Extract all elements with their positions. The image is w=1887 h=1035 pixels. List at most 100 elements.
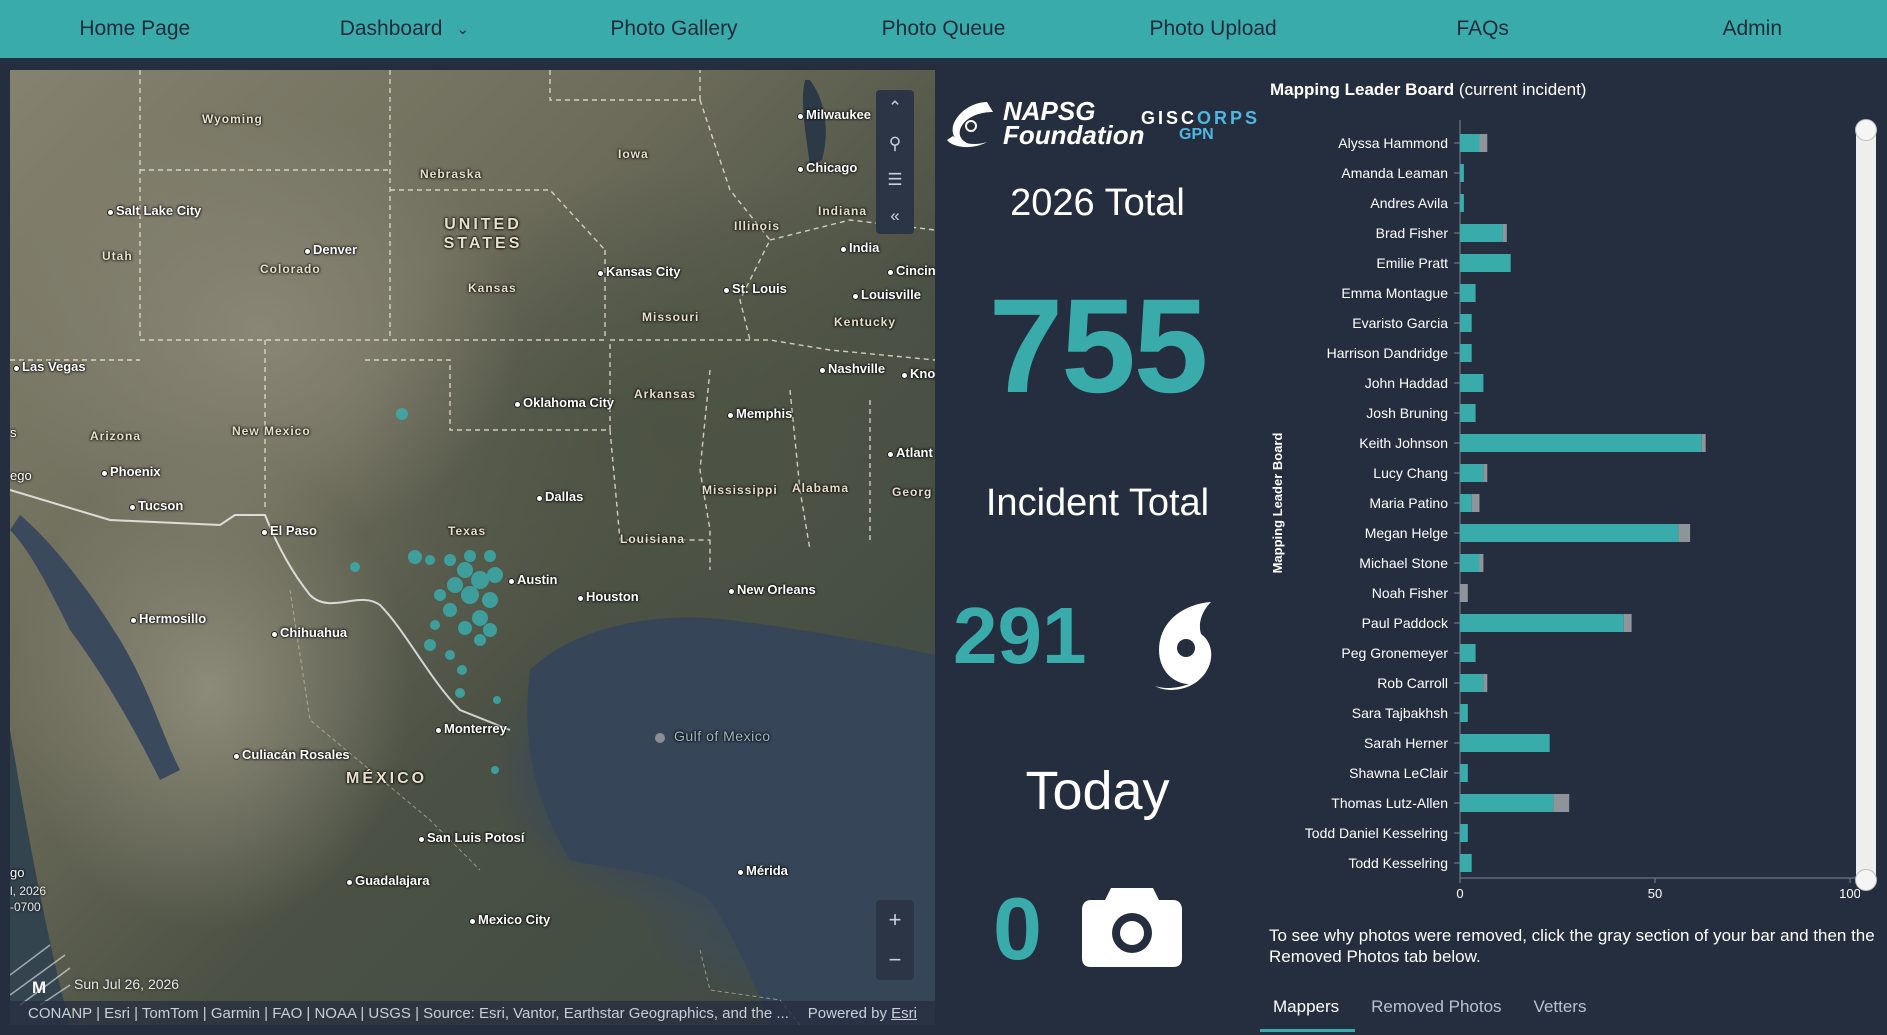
bar-accepted[interactable]: [1460, 404, 1476, 422]
bar-removed[interactable]: [1460, 584, 1468, 602]
collapse-icon[interactable]: «: [876, 198, 914, 234]
bar-accepted[interactable]: [1460, 254, 1511, 272]
city-label: Phoenix: [110, 464, 161, 479]
bar-accepted[interactable]: [1460, 164, 1464, 182]
city-marker: [261, 529, 268, 536]
layers-icon[interactable]: ☰: [876, 162, 914, 198]
bar-removed[interactable]: [1479, 134, 1488, 152]
chevron-down-icon: ⌄: [456, 21, 470, 38]
city-marker: [233, 753, 240, 760]
nav-faqs[interactable]: FAQs: [1348, 17, 1618, 41]
category-label: Megan Helge: [1365, 525, 1448, 541]
tab-vetters[interactable]: Vetters: [1518, 985, 1603, 1032]
city-label: Cincin: [896, 263, 935, 278]
bar-accepted[interactable]: [1460, 494, 1472, 512]
bar-accepted[interactable]: [1460, 344, 1472, 362]
bar-removed[interactable]: [1483, 464, 1488, 482]
bar-removed[interactable]: [1471, 494, 1480, 512]
bar-accepted[interactable]: [1460, 764, 1468, 782]
city-marker: [577, 595, 584, 602]
y-axis-title: Mapping Leader Board: [1270, 433, 1285, 574]
map-attribution: CONANP | Esri | TomTom | Garmin | FAO | …: [10, 1001, 935, 1025]
chart-scrollbar[interactable]: [1855, 119, 1877, 891]
zoom-out-button[interactable]: −: [876, 940, 914, 980]
year-total-value: 755: [988, 272, 1209, 421]
map-timestamp: Sun Jul 26, 2026: [74, 976, 180, 992]
nav-admin[interactable]: Admin: [1617, 17, 1887, 41]
bar-removed[interactable]: [1623, 614, 1632, 632]
city-marker: [819, 367, 826, 374]
bar-accepted[interactable]: [1460, 464, 1484, 482]
category-label: Maria Patino: [1369, 495, 1448, 511]
bar-accepted[interactable]: [1460, 794, 1554, 812]
esri-link[interactable]: Esri: [891, 1005, 917, 1022]
city-label: St. Louis: [732, 281, 787, 296]
bar-accepted[interactable]: [1460, 284, 1476, 302]
category-label: John Haddad: [1365, 375, 1448, 391]
city-label: Hermosillo: [139, 611, 207, 626]
city-label: San Luis Potosí: [427, 830, 525, 845]
bar-removed[interactable]: [1701, 434, 1706, 452]
bar-removed[interactable]: [1678, 524, 1691, 542]
incident-map[interactable]: Milwaukee Chicago Salt Lake City Denver Kans…: [10, 70, 935, 1025]
bar-removed[interactable]: [1502, 224, 1507, 242]
bar-removed[interactable]: [1479, 554, 1484, 572]
bar-accepted[interactable]: [1460, 194, 1464, 212]
category-label: Alyssa Hammond: [1338, 135, 1448, 151]
bar-accepted[interactable]: [1460, 434, 1702, 452]
nav-dashboard[interactable]: Dashboard ⌄: [270, 17, 540, 41]
city-label: Tucson: [138, 498, 184, 513]
search-icon[interactable]: ⚲: [876, 126, 914, 162]
scroll-handle-top[interactable]: [1855, 119, 1877, 141]
city-label: Oklahoma City: [523, 395, 615, 410]
bar-accepted[interactable]: [1460, 854, 1472, 872]
state-label: Missouri: [642, 310, 700, 324]
nav-photo-upload[interactable]: Photo Upload: [1078, 17, 1348, 41]
map-tools: ⌃ ⚲ ☰ «: [876, 90, 914, 234]
state-label: Arizona: [90, 429, 142, 443]
bar-accepted[interactable]: [1460, 374, 1484, 392]
category-label: Thomas Lutz-Allen: [1331, 795, 1448, 811]
logos: NAPSG Foundation GISCORPS GPN: [935, 96, 1260, 156]
nav-dashboard-label: Dashboard: [339, 17, 443, 40]
city-label: Kansas City: [606, 264, 681, 279]
bar-accepted[interactable]: [1460, 524, 1679, 542]
napsg-mark-icon: [947, 102, 993, 148]
bar-accepted[interactable]: [1460, 224, 1503, 242]
bar-accepted[interactable]: [1460, 314, 1472, 332]
map-logo: M: [32, 978, 47, 997]
expand-icon[interactable]: ⌃: [876, 90, 914, 126]
bar-accepted[interactable]: [1460, 134, 1480, 152]
bar-removed[interactable]: [1483, 674, 1488, 692]
city-label: Chihuahua: [280, 625, 348, 640]
state-label: Wyoming: [202, 112, 263, 126]
nav-home-page[interactable]: Home Page: [0, 17, 270, 41]
city-marker: [129, 504, 136, 511]
city-marker: [346, 879, 353, 886]
bar-accepted[interactable]: [1460, 644, 1476, 662]
nav-photo-queue[interactable]: Photo Queue: [809, 17, 1079, 41]
bar-removed[interactable]: [1553, 794, 1570, 812]
scroll-handle-bottom[interactable]: [1855, 869, 1877, 891]
leader-board-chart[interactable]: Alyssa Hammond Amanda Leaman Andres Avila B…: [1260, 108, 1860, 908]
state-boundaries: [10, 70, 935, 570]
bar-accepted[interactable]: [1460, 674, 1484, 692]
city-marker: [840, 246, 847, 253]
city-marker: [852, 293, 859, 300]
board-tabs: Mappers Removed Photos Vetters: [1260, 985, 1602, 1032]
bar-accepted[interactable]: [1460, 614, 1624, 632]
gulf-label: Gulf of Mexico: [674, 728, 770, 744]
tab-mappers[interactable]: Mappers: [1260, 985, 1356, 1032]
bar-accepted[interactable]: [1460, 704, 1468, 722]
bar-accepted[interactable]: [1460, 824, 1468, 842]
x-tick-label: 100: [1839, 886, 1860, 901]
city-label: Las Vegas: [22, 359, 86, 374]
zoom-in-button[interactable]: +: [876, 900, 914, 940]
nav-photo-gallery[interactable]: Photo Gallery: [539, 17, 809, 41]
time-left-1: l, 2026: [10, 884, 47, 898]
board-note: To see why photos were removed, click th…: [1269, 926, 1875, 966]
tab-removed-photos[interactable]: Removed Photos: [1355, 985, 1517, 1032]
bar-accepted[interactable]: [1460, 734, 1550, 752]
bar-accepted[interactable]: [1460, 554, 1480, 572]
category-label: Todd Daniel Kesselring: [1305, 825, 1448, 841]
